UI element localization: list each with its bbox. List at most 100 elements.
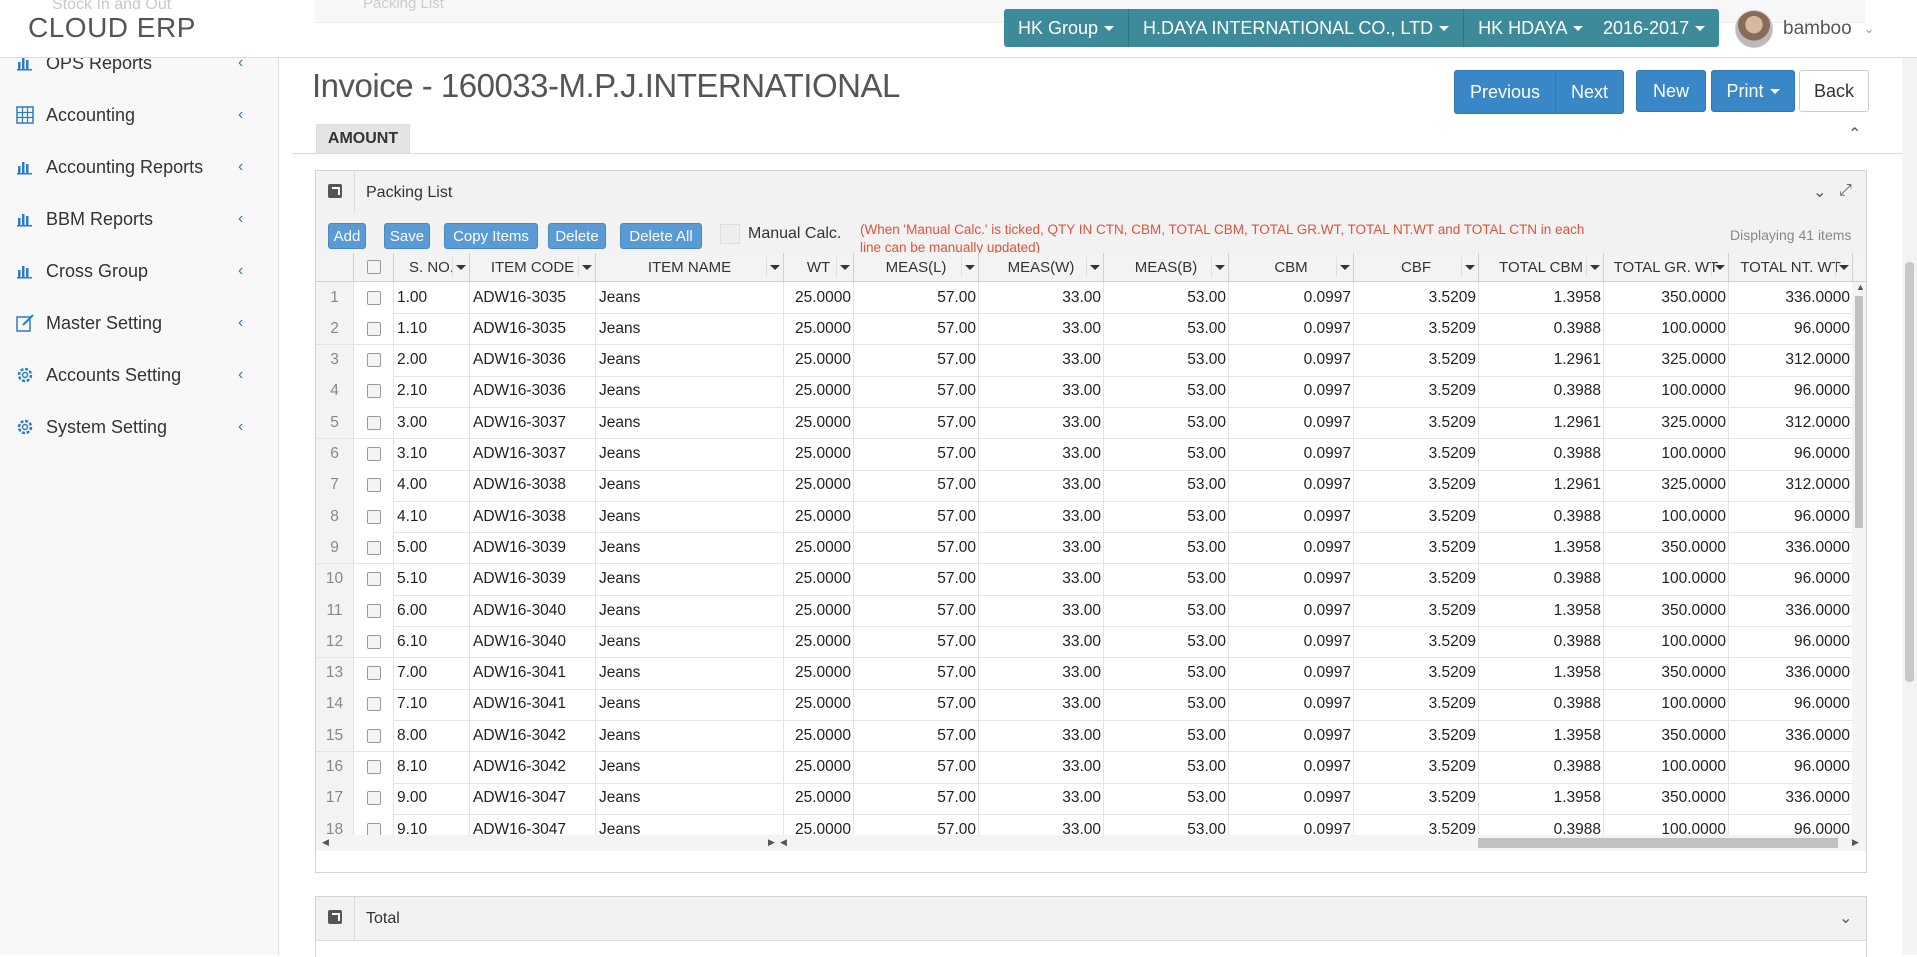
cell-total-cbm[interactable]: 1.3958 xyxy=(1479,720,1604,752)
cell-total-cbm[interactable]: 1.3958 xyxy=(1479,657,1604,689)
cell-meas-b[interactable]: 53.00 xyxy=(1104,720,1229,752)
cell-meas-l[interactable]: 57.00 xyxy=(854,532,979,564)
cell-meas-l[interactable]: 57.00 xyxy=(854,563,979,595)
cell-s-no[interactable]: 9.00 xyxy=(394,782,470,814)
row-checkbox[interactable] xyxy=(366,603,381,618)
cell-cbf[interactable]: 3.5209 xyxy=(1354,313,1479,345)
scroll-right-icon[interactable]: ▶ xyxy=(1852,837,1859,848)
cell-total-gr-wt[interactable]: 100.0000 xyxy=(1604,688,1729,720)
cell-s-no[interactable]: 2.10 xyxy=(394,375,470,407)
cell-item-code[interactable]: ADW16-3037 xyxy=(470,407,596,439)
cell-total-nt-wt[interactable]: 336.0000 xyxy=(1729,657,1853,689)
cell-total-gr-wt[interactable]: 325.0000 xyxy=(1604,344,1729,376)
cell-total-nt-wt[interactable]: 312.0000 xyxy=(1729,469,1853,501)
cell-total-cbm[interactable]: 1.3958 xyxy=(1479,532,1604,564)
cell-item-code[interactable]: ADW16-3036 xyxy=(470,344,596,376)
cell-meas-b[interactable]: 53.00 xyxy=(1104,407,1229,439)
cell-wt[interactable]: 25.0000 xyxy=(784,469,854,501)
scroll-left-icon[interactable]: ◀ xyxy=(322,837,329,848)
cell-cbf[interactable]: 3.5209 xyxy=(1354,751,1479,783)
cell-meas-w[interactable]: 33.00 xyxy=(979,751,1104,783)
cell-meas-b[interactable]: 53.00 xyxy=(1104,563,1229,595)
row-checkbox[interactable] xyxy=(366,321,381,336)
cell-total-nt-wt[interactable]: 96.0000 xyxy=(1729,688,1853,720)
cell-total-cbm[interactable]: 1.3958 xyxy=(1479,782,1604,814)
cell-s-no[interactable]: 4.00 xyxy=(394,469,470,501)
cell-cbf[interactable]: 3.5209 xyxy=(1354,438,1479,470)
cell-total-cbm[interactable]: 1.3958 xyxy=(1479,595,1604,626)
chevron-down-icon[interactable]: ⌄ xyxy=(1813,182,1826,202)
tab-amount[interactable]: AMOUNT xyxy=(316,124,410,154)
cell-meas-l[interactable]: 57.00 xyxy=(854,501,979,533)
cell-total-nt-wt[interactable]: 336.0000 xyxy=(1729,720,1853,752)
cell-wt[interactable]: 25.0000 xyxy=(784,282,854,313)
external-link-icon[interactable] xyxy=(328,910,342,924)
cell-cbm[interactable]: 0.0997 xyxy=(1229,469,1354,501)
column-menu-icon[interactable] xyxy=(1711,257,1728,277)
cell-item-name[interactable]: Jeans xyxy=(596,344,784,376)
cell-item-code[interactable]: ADW16-3041 xyxy=(470,688,596,720)
new-button[interactable]: New xyxy=(1636,70,1706,112)
row-checkbox[interactable] xyxy=(366,290,381,305)
cell-total-nt-wt[interactable]: 96.0000 xyxy=(1729,438,1853,470)
year-selector[interactable]: 2016-2017 xyxy=(1589,9,1720,47)
cell-wt[interactable]: 25.0000 xyxy=(784,657,854,689)
copy-items-button[interactable]: Copy Items xyxy=(444,223,538,249)
cell-meas-l[interactable]: 57.00 xyxy=(854,751,979,783)
cell-wt[interactable]: 25.0000 xyxy=(784,563,854,595)
table-row[interactable]: 14 7.10 ADW16-3041 Jeans 25.0000 57.00 33.00 53… xyxy=(316,688,1866,721)
table-row[interactable]: 16 8.10 ADW16-3042 Jeans 25.0000 57.00 33.00 53… xyxy=(316,751,1866,784)
save-button[interactable]: Save xyxy=(384,223,430,249)
cell-meas-l[interactable]: 57.00 xyxy=(854,657,979,689)
cell-item-code[interactable]: ADW16-3041 xyxy=(470,657,596,689)
cell-total-cbm[interactable]: 1.3958 xyxy=(1479,282,1604,313)
cell-item-name[interactable]: Jeans xyxy=(596,532,784,564)
scroll-left-icon[interactable]: ◀ xyxy=(780,837,787,848)
scroll-thumb[interactable] xyxy=(1905,262,1914,682)
previous-button[interactable]: Previous xyxy=(1455,71,1557,113)
cell-wt[interactable]: 25.0000 xyxy=(784,782,854,814)
cell-meas-w[interactable]: 33.00 xyxy=(979,407,1104,439)
cell-wt[interactable]: 25.0000 xyxy=(784,688,854,720)
cell-total-cbm[interactable]: 0.3988 xyxy=(1479,501,1604,533)
cell-item-code[interactable]: ADW16-3035 xyxy=(470,313,596,345)
cell-total-cbm[interactable]: 1.2961 xyxy=(1479,469,1604,501)
cell-s-no[interactable]: 7.10 xyxy=(394,688,470,720)
column-menu-icon[interactable] xyxy=(452,257,469,277)
sidebar-item-accounts-setting[interactable]: Accounts Setting ‹ xyxy=(0,355,278,395)
cell-wt[interactable]: 25.0000 xyxy=(784,595,854,626)
cell-wt[interactable]: 25.0000 xyxy=(784,344,854,376)
cell-meas-b[interactable]: 53.00 xyxy=(1104,626,1229,658)
cell-total-nt-wt[interactable]: 96.0000 xyxy=(1729,501,1853,533)
row-checkbox[interactable] xyxy=(366,760,381,774)
cell-total-gr-wt[interactable]: 350.0000 xyxy=(1604,282,1729,313)
cell-item-code[interactable]: ADW16-3036 xyxy=(470,375,596,407)
cell-meas-w[interactable]: 33.00 xyxy=(979,438,1104,470)
cell-meas-l[interactable]: 57.00 xyxy=(854,595,979,626)
external-link-icon[interactable] xyxy=(328,184,342,198)
column-menu-icon[interactable] xyxy=(1086,257,1103,277)
sidebar-item-cross-group[interactable]: Cross Group ‹ xyxy=(0,251,278,291)
cell-total-cbm[interactable]: 0.3988 xyxy=(1479,563,1604,595)
row-checkbox[interactable] xyxy=(366,697,381,712)
sidebar-item-master-setting[interactable]: Master Setting ‹ xyxy=(0,303,278,343)
cell-cbf[interactable]: 3.5209 xyxy=(1354,657,1479,689)
sidebar-item-accounting[interactable]: Accounting ‹ xyxy=(0,95,278,135)
row-checkbox[interactable] xyxy=(366,447,381,461)
column-menu-icon[interactable] xyxy=(836,257,853,277)
table-row[interactable]: 7 4.00 ADW16-3038 Jeans 25.0000 57.00 33.00 53.… xyxy=(316,469,1866,502)
cell-meas-l[interactable]: 57.00 xyxy=(854,282,979,313)
cell-meas-l[interactable]: 57.00 xyxy=(854,344,979,376)
user-menu[interactable]: bamboo ⌄ xyxy=(1735,10,1875,48)
cell-cbm[interactable]: 0.0997 xyxy=(1229,688,1354,720)
cell-item-name[interactable]: Jeans xyxy=(596,751,784,783)
cell-total-nt-wt[interactable]: 336.0000 xyxy=(1729,532,1853,564)
grid-horizontal-scrollbar[interactable]: ◀ ▶ xyxy=(778,835,1866,851)
cell-meas-b[interactable]: 53.00 xyxy=(1104,532,1229,564)
cell-item-code[interactable]: ADW16-3038 xyxy=(470,469,596,501)
cell-meas-l[interactable]: 57.00 xyxy=(854,375,979,407)
cell-s-no[interactable]: 5.10 xyxy=(394,563,470,595)
cell-s-no[interactable]: 7.00 xyxy=(394,657,470,689)
cell-cbm[interactable]: 0.0997 xyxy=(1229,375,1354,407)
cell-cbm[interactable]: 0.0997 xyxy=(1229,344,1354,376)
